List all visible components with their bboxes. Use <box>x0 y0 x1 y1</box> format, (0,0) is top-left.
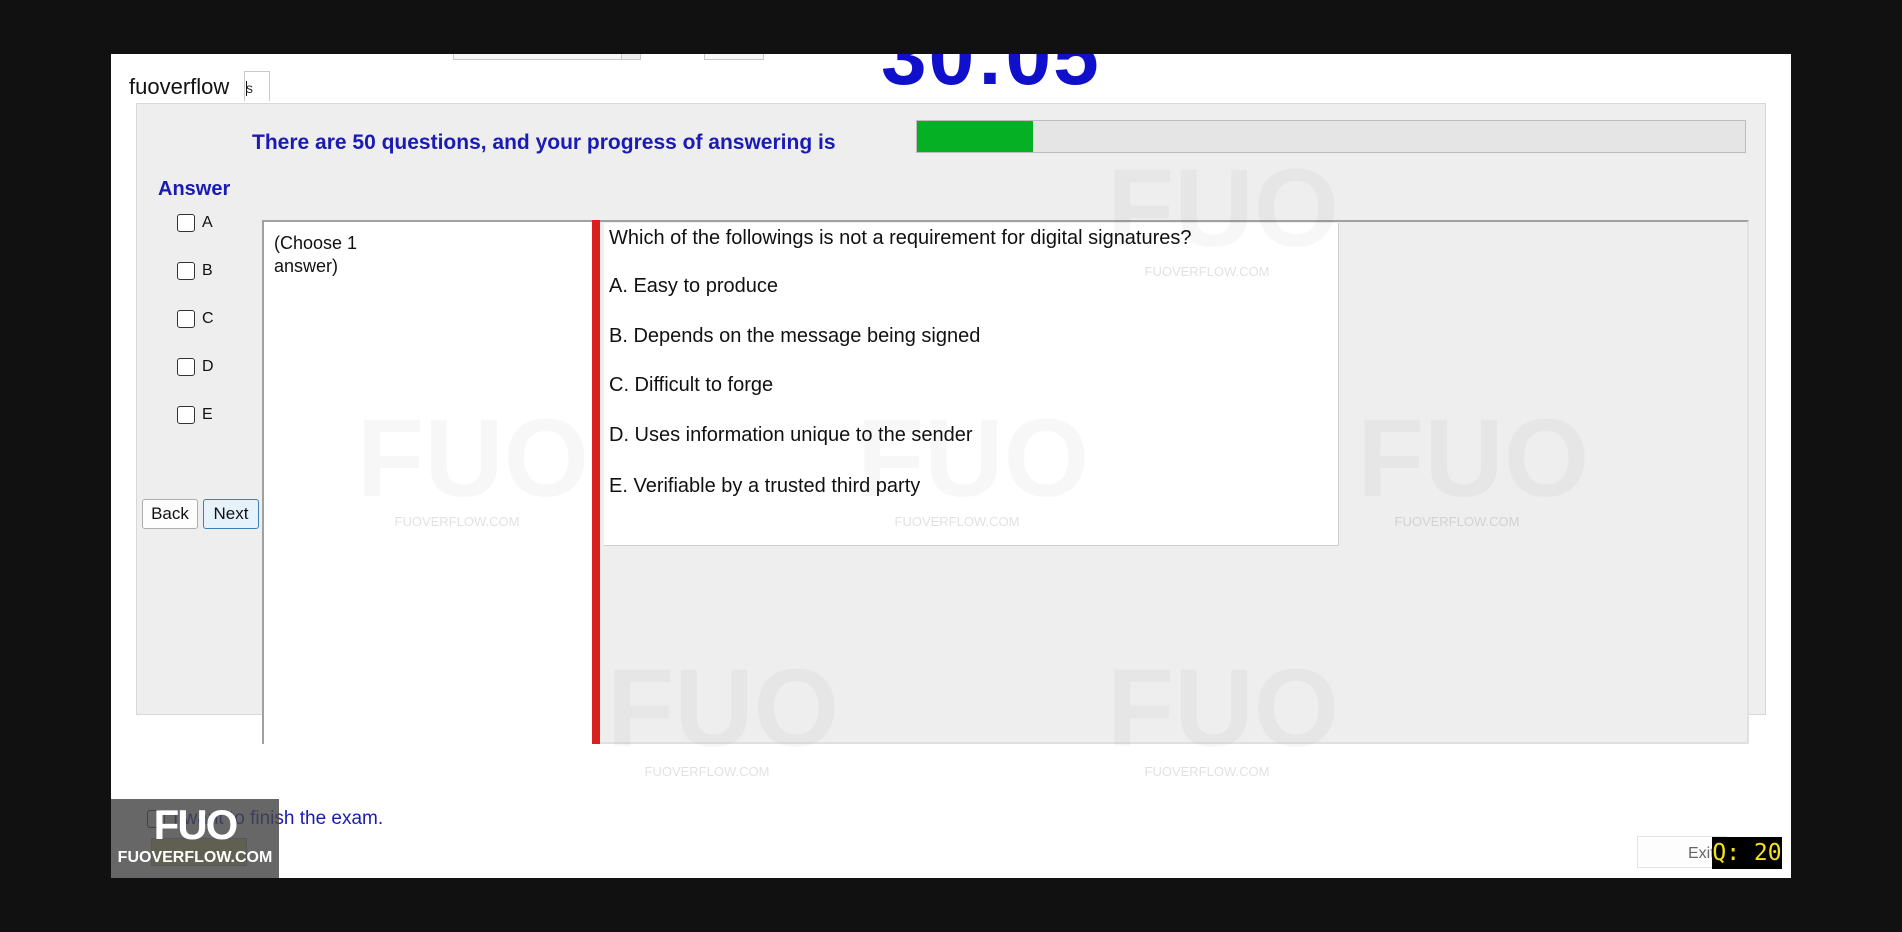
checkbox-d[interactable] <box>177 358 195 376</box>
checkbox-b[interactable] <box>177 262 195 280</box>
tab-questions[interactable]: s <box>244 71 270 101</box>
answer-option-c[interactable]: C <box>177 308 257 330</box>
answer-option-a[interactable]: A <box>177 212 257 234</box>
instruction-pane: (Choose 1 answer) <box>262 220 592 744</box>
exam-window: 30:05 fuoverflow s There are 50 question… <box>111 54 1791 878</box>
question-text: Which of the followings is not a require… <box>609 227 1192 249</box>
answer-option-d[interactable]: D <box>177 356 257 378</box>
pane-splitter[interactable] <box>592 220 600 744</box>
answer-option-label: C <box>202 310 214 327</box>
choose-instruction: (Choose 1 answer) <box>274 233 358 276</box>
question-number-badge: Q: 20 <box>1712 837 1782 869</box>
question-option-a: A. Easy to produce <box>609 275 778 297</box>
answer-option-label: E <box>202 406 213 423</box>
timer: 30:05 <box>881 54 1101 102</box>
question-option-d: D. Uses information unique to the sender <box>609 424 973 446</box>
back-button[interactable]: Back <box>142 499 198 529</box>
checkbox-a[interactable] <box>177 214 195 232</box>
checkbox-e[interactable] <box>177 406 195 424</box>
question-option-b: B. Depends on the message being signed <box>609 325 981 347</box>
question-text-box: Which of the followings is not a require… <box>604 223 1339 546</box>
next-button[interactable]: Next <box>203 499 259 529</box>
watermark-logo-site: FUOVERFLOW.COM <box>644 764 770 779</box>
brand-label: fuoverflow <box>129 74 230 99</box>
fuoverflow-logo: FUO FUOVERFLOW.COM <box>111 799 279 878</box>
exam-panel: There are 50 questions, and your progres… <box>136 103 1766 744</box>
answer-option-label: B <box>202 262 213 279</box>
progress-fill <box>917 121 1033 152</box>
answer-option-label: D <box>202 358 214 375</box>
answer-title: Answer <box>158 178 231 200</box>
watermark-logo-site: FUOVERFLOW.COM <box>1144 764 1270 779</box>
progress-bar <box>916 120 1746 153</box>
progress-label: There are 50 questions, and your progres… <box>252 131 836 154</box>
logo-text: FUO <box>153 801 239 848</box>
checkbox-c[interactable] <box>177 310 195 328</box>
answer-option-b[interactable]: B <box>177 260 257 282</box>
question-option-c: C. Difficult to forge <box>609 374 774 396</box>
answer-option-label: A <box>202 214 213 231</box>
logo-site: FUOVERFLOW.COM <box>117 849 273 866</box>
question-option-e: E. Verifiable by a trusted third party <box>609 475 921 497</box>
top-small-field[interactable] <box>704 54 764 60</box>
top-dropdown[interactable] <box>453 54 641 60</box>
answer-option-e[interactable]: E <box>177 404 257 426</box>
